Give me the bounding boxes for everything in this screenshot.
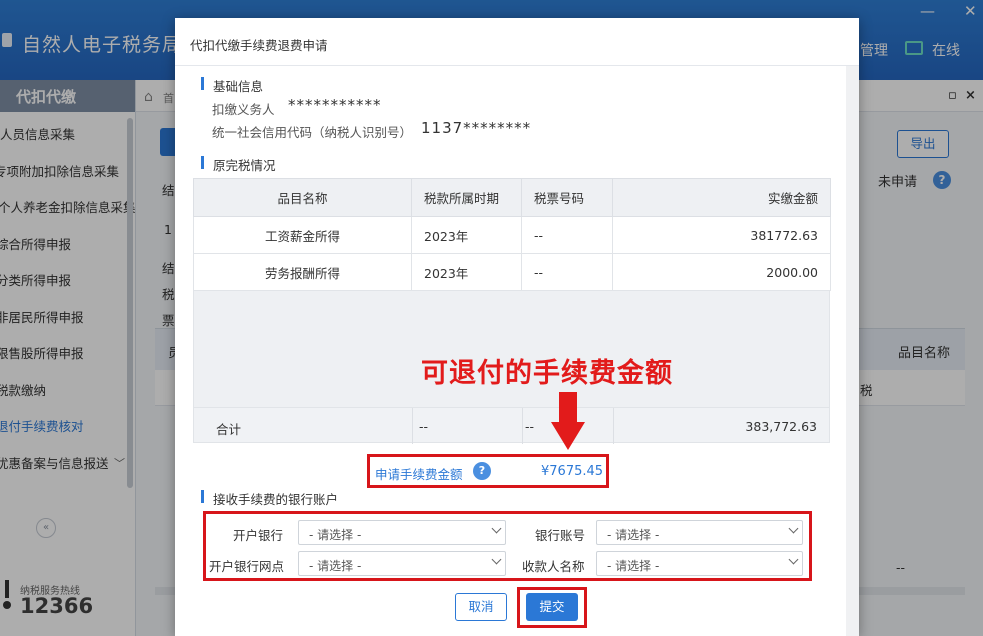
- section-tax-status: 原完税情况: [201, 155, 276, 174]
- withholding-agent-value: ***********: [288, 96, 382, 114]
- bank-label: 开户银行: [233, 528, 284, 543]
- account-select-value: - 请选择 -: [607, 528, 660, 542]
- payee-select-value: - 请选择 -: [607, 559, 660, 573]
- cell-ticket: --: [521, 216, 613, 254]
- total-period: --: [419, 419, 429, 434]
- section-bank-account: 接收手续费的银行账户: [201, 489, 338, 508]
- chevron-down-icon: [491, 554, 502, 565]
- payee-select[interactable]: - 请选择 -: [596, 551, 803, 576]
- divider: [613, 408, 614, 444]
- credit-code-value: 1137********: [421, 119, 532, 137]
- fee-amount-label: 申请手续费金额: [375, 467, 463, 482]
- account-label: 银行账号: [535, 528, 586, 543]
- chevron-down-icon: [788, 523, 799, 534]
- cell-amount: 381772.63: [612, 216, 831, 254]
- table-row: 工资薪金所得 2023年 -- 381772.63: [193, 216, 831, 254]
- fee-amount-value: ¥7675.45: [541, 464, 604, 479]
- annotation-callout: 可退付的手续费金额: [421, 358, 673, 389]
- total-ticket: --: [525, 419, 535, 434]
- bank-select-value: - 请选择 -: [309, 528, 362, 542]
- arrow-down-icon: [551, 392, 585, 450]
- tax-table: 品目名称 税款所属时期 税票号码 实缴金额 工资薪金所得 2023年 -- 38…: [193, 178, 831, 291]
- bank-select[interactable]: - 请选择 -: [298, 520, 506, 545]
- section-basic-info: 基础信息: [201, 76, 263, 95]
- column-header-item: 品目名称: [193, 178, 412, 217]
- dialog-title: 代扣代缴手续费退费申请: [190, 38, 328, 53]
- payee-label: 收款人名称: [522, 559, 585, 574]
- withholding-agent-label: 扣缴义务人: [212, 102, 275, 117]
- help-icon[interactable]: ?: [473, 462, 491, 480]
- cell-period: 2023年: [411, 216, 522, 254]
- fee-refund-dialog: 代扣代缴手续费退费申请 基础信息 扣缴义务人 *********** 统一社会信…: [175, 18, 859, 636]
- cell-item: 劳务报酬所得: [193, 253, 412, 291]
- column-header-amount: 实缴金额: [612, 178, 831, 217]
- cell-amount: 2000.00: [612, 253, 831, 291]
- divider: [412, 408, 413, 444]
- column-header-ticket: 税票号码: [521, 178, 613, 217]
- total-row: 合计 -- -- 383,772.63: [193, 407, 830, 444]
- cell-period: 2023年: [411, 253, 522, 291]
- dialog-header: 代扣代缴手续费退费申请: [175, 18, 859, 66]
- divider: [522, 408, 523, 444]
- table-row: 劳务报酬所得 2023年 -- 2000.00: [193, 253, 831, 291]
- dialog-scrollbar[interactable]: [846, 66, 859, 636]
- cancel-button[interactable]: 取消: [455, 593, 507, 621]
- chevron-down-icon: [491, 523, 502, 534]
- branch-label: 开户银行网点: [209, 559, 285, 574]
- account-select[interactable]: - 请选择 -: [596, 520, 803, 545]
- cell-item: 工资薪金所得: [193, 216, 412, 254]
- branch-select-value: - 请选择 -: [309, 559, 362, 573]
- credit-code-label: 统一社会信用代码（纳税人识别号）: [212, 125, 413, 140]
- column-header-period: 税款所属时期: [411, 178, 522, 217]
- total-label: 合计: [216, 422, 242, 437]
- total-amount: 383,772.63: [745, 419, 817, 434]
- branch-select[interactable]: - 请选择 -: [298, 551, 506, 576]
- submit-button[interactable]: 提交: [526, 593, 578, 621]
- table-header-row: 品目名称 税款所属时期 税票号码 实缴金额: [193, 178, 831, 217]
- cell-ticket: --: [521, 253, 613, 291]
- chevron-down-icon: [788, 554, 799, 565]
